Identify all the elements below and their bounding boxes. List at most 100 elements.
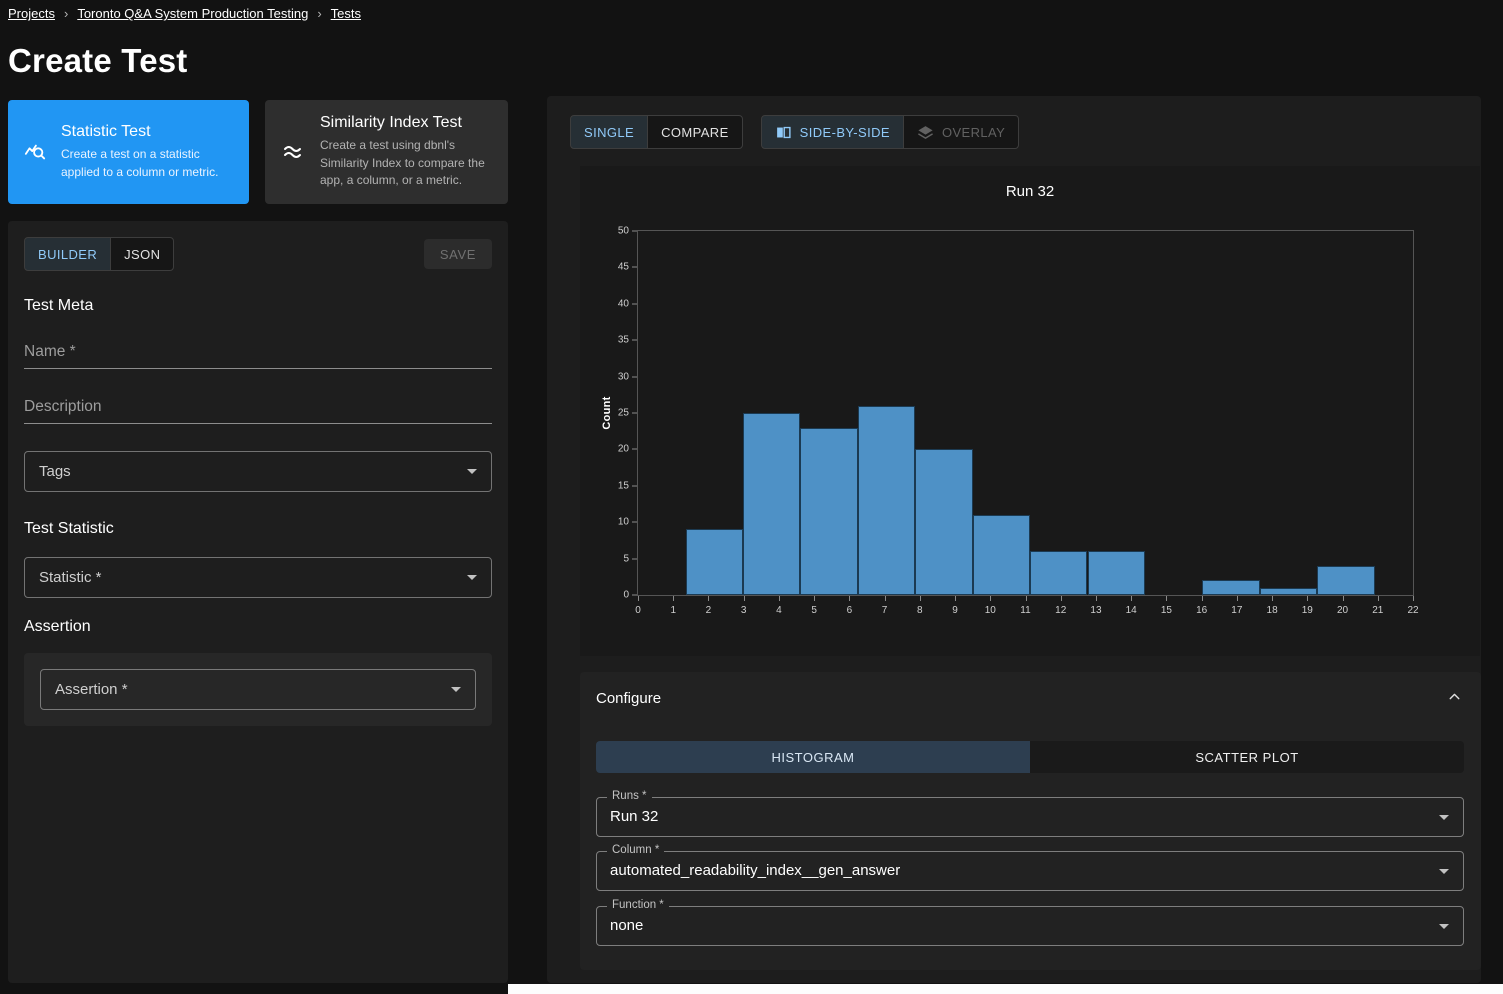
- visualization-panel: SINGLE COMPARE SIDE-BY-SIDE: [547, 96, 1481, 983]
- x-axis-tick: [1237, 596, 1238, 601]
- builder-toolbar: BUILDER JSON SAVE: [24, 237, 492, 271]
- y-axis-tick-label: 45: [618, 262, 629, 273]
- function-select[interactable]: Function * none: [596, 906, 1464, 946]
- histogram-bar: [743, 413, 800, 595]
- x-axis-tick-label: 13: [1090, 605, 1101, 616]
- y-axis-tick-label: 25: [618, 408, 629, 419]
- x-axis-tick-label: 4: [776, 605, 782, 616]
- x-axis-tick: [708, 596, 709, 601]
- x-axis-tick-label: 12: [1055, 605, 1066, 616]
- y-axis-tick-label: 20: [618, 444, 629, 455]
- breadcrumb-link-projects[interactable]: Projects: [8, 6, 55, 21]
- x-axis-tick-label: 20: [1337, 605, 1348, 616]
- statistic-select[interactable]: Statistic *: [24, 557, 492, 598]
- description-field-label: Description: [24, 396, 492, 416]
- x-axis-tick: [814, 596, 815, 601]
- save-button[interactable]: SAVE: [424, 239, 492, 269]
- y-axis-tick: [632, 595, 637, 596]
- x-axis-tick-label: 11: [1020, 605, 1030, 616]
- compare-toggle-button[interactable]: COMPARE: [647, 116, 742, 148]
- query-stats-icon: [24, 141, 46, 163]
- breadcrumb-link-tests[interactable]: Tests: [331, 6, 361, 21]
- view-toolbar: SINGLE COMPARE SIDE-BY-SIDE: [570, 115, 1019, 149]
- y-axis-tick-label: 15: [618, 480, 629, 491]
- horizontal-scrollbar[interactable]: [508, 984, 1503, 994]
- statistic-select-label: Statistic *: [39, 569, 102, 586]
- y-axis-tick: [632, 522, 637, 523]
- histogram-bar: [1030, 551, 1087, 595]
- x-axis-tick: [744, 596, 745, 601]
- x-axis-tick-label: 1: [670, 605, 676, 616]
- y-axis-tick: [632, 449, 637, 450]
- plot-area: 0123456789101112131415161718192021220510…: [637, 230, 1414, 596]
- description-field[interactable]: Description: [24, 396, 492, 424]
- histogram-bar: [686, 529, 743, 595]
- histogram-bar: [858, 406, 915, 595]
- x-axis-tick: [1061, 596, 1062, 601]
- assertion-heading: Assertion: [24, 618, 492, 636]
- dropdown-arrow-icon: [451, 687, 461, 692]
- x-axis-tick-label: 16: [1196, 605, 1207, 616]
- x-axis-tick: [1307, 596, 1308, 601]
- x-axis-tick-label: 10: [985, 605, 996, 616]
- tags-select[interactable]: Tags: [24, 451, 492, 492]
- card-description: Create a test on a statistic applied to …: [61, 146, 233, 181]
- configure-heading: Configure: [596, 690, 661, 707]
- tab-histogram[interactable]: HISTOGRAM: [596, 741, 1030, 773]
- chart-type-tabs: HISTOGRAM SCATTER PLOT: [596, 741, 1464, 773]
- chart-title: Run 32: [580, 183, 1480, 200]
- runs-select[interactable]: Runs * Run 32: [596, 797, 1464, 837]
- histogram-bar: [1088, 551, 1145, 595]
- y-axis-tick-label: 10: [618, 517, 629, 528]
- overlay-label: OVERLAY: [942, 125, 1005, 140]
- y-axis-tick-label: 40: [618, 298, 629, 309]
- x-axis-tick-label: 14: [1126, 605, 1137, 616]
- breadcrumb-link-project[interactable]: Toronto Q&A System Production Testing: [77, 6, 308, 21]
- x-axis-tick-label: 21: [1372, 605, 1383, 616]
- assertion-select-label: Assertion *: [55, 681, 128, 698]
- y-axis-tick-label: 35: [618, 335, 629, 346]
- y-axis-tick: [632, 485, 637, 486]
- json-tab[interactable]: JSON: [110, 238, 173, 270]
- y-axis-tick: [632, 303, 637, 304]
- y-axis-tick: [632, 231, 637, 232]
- single-compare-toggle: SINGLE COMPARE: [570, 115, 743, 149]
- card-title: Similarity Index Test: [320, 114, 492, 132]
- single-toggle-button[interactable]: SINGLE: [571, 116, 647, 148]
- chevron-up-icon[interactable]: [1446, 688, 1463, 705]
- overlay-toggle-button[interactable]: OVERLAY: [903, 116, 1018, 148]
- layout-toggle: SIDE-BY-SIDE OVERLAY: [761, 115, 1020, 149]
- x-axis-tick-label: 15: [1161, 605, 1172, 616]
- statistic-test-card[interactable]: Statistic Test Create a test on a statis…: [8, 100, 249, 204]
- function-select-value: none: [610, 907, 643, 945]
- dropdown-arrow-icon: [1439, 869, 1449, 874]
- histogram-bar: [915, 449, 972, 595]
- x-axis-tick-label: 3: [741, 605, 747, 616]
- test-meta-heading: Test Meta: [24, 297, 492, 315]
- similarity-index-test-card[interactable]: Similarity Index Test Create a test usin…: [265, 100, 508, 204]
- y-axis-tick: [632, 413, 637, 414]
- tab-scatter-plot[interactable]: SCATTER PLOT: [1030, 741, 1464, 773]
- column-select[interactable]: Column * automated_readability_index__ge…: [596, 851, 1464, 891]
- builder-tab[interactable]: BUILDER: [25, 238, 110, 270]
- x-axis-tick: [1343, 596, 1344, 601]
- side-by-side-toggle-button[interactable]: SIDE-BY-SIDE: [762, 116, 903, 148]
- x-axis-tick-label: 7: [882, 605, 888, 616]
- similarity-waves-icon: [281, 140, 305, 164]
- card-description: Create a test using dbnl's Similarity In…: [320, 137, 492, 189]
- test-statistic-heading: Test Statistic: [24, 520, 492, 538]
- histogram-bar: [1202, 580, 1259, 595]
- assertion-select[interactable]: Assertion *: [40, 669, 476, 710]
- chevron-right-icon: ›: [64, 6, 68, 21]
- dropdown-arrow-icon: [467, 575, 477, 580]
- layers-icon: [917, 124, 934, 141]
- dropdown-arrow-icon: [467, 469, 477, 474]
- x-axis-tick: [1166, 596, 1167, 601]
- x-axis-tick: [1131, 596, 1132, 601]
- page-title: Create Test: [8, 42, 188, 80]
- name-field[interactable]: Name *: [24, 341, 492, 369]
- configure-panel: Configure HISTOGRAM SCATTER PLOT Runs * …: [580, 672, 1481, 970]
- dropdown-arrow-icon: [1439, 924, 1449, 929]
- y-axis-tick: [632, 267, 637, 268]
- x-axis-tick-label: 9: [952, 605, 958, 616]
